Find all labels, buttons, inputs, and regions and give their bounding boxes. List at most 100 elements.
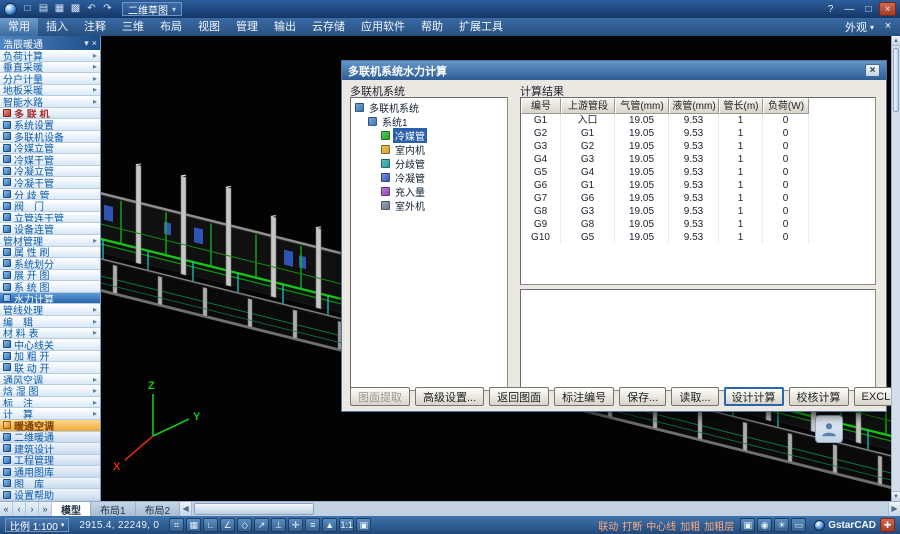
redo-icon[interactable]: ↷ xyxy=(100,2,115,16)
table-cell[interactable]: G6 xyxy=(521,179,561,192)
sidebar-item[interactable]: 通用图库 ▸ xyxy=(0,466,100,478)
lock-ui-icon[interactable]: ◉ xyxy=(757,518,772,532)
table-cell[interactable]: 9.53 xyxy=(669,192,719,205)
sidebar-item[interactable]: 地板采暖 ▸ xyxy=(0,85,100,97)
tree-item[interactable]: 分歧管 xyxy=(351,156,507,170)
user-avatar-button[interactable] xyxy=(815,415,843,443)
sheet-tab-nav-button[interactable]: ‹ xyxy=(13,502,26,516)
table-cell[interactable]: 19.05 xyxy=(615,205,669,218)
table-cell[interactable]: 9.53 xyxy=(669,231,719,244)
snap-icon[interactable]: ⌗ xyxy=(169,518,184,532)
sidebar-item[interactable]: 设备连管 ▸ xyxy=(0,223,100,235)
scroll-left-icon[interactable]: ◀ xyxy=(180,502,192,516)
new-file-icon[interactable]: □ xyxy=(20,2,35,16)
table-cell[interactable]: 9.53 xyxy=(669,218,719,231)
table-cell[interactable]: 9.53 xyxy=(669,179,719,192)
sidebar-item[interactable]: 材 料 表 ▸ xyxy=(0,328,100,340)
sidebar-item[interactable]: 垂直采暖 ▸ xyxy=(0,62,100,74)
sidebar-item[interactable]: 暖通空调 ▸ xyxy=(0,420,100,432)
sidebar-item[interactable]: 分 歧 管 ▸ xyxy=(0,189,100,201)
sidebar-item[interactable]: 图 库 ▸ xyxy=(0,478,100,490)
otrack-icon[interactable]: ↗ xyxy=(254,518,269,532)
sidebar-item[interactable]: 属 性 刷 ▸ xyxy=(0,247,100,259)
table-cell[interactable]: 1 xyxy=(719,114,763,127)
sidebar-item[interactable]: 工程管理 ▸ xyxy=(0,455,100,467)
undo-icon[interactable]: ↶ xyxy=(84,2,99,16)
table-cell[interactable]: 9.53 xyxy=(669,114,719,127)
sidebar-item[interactable]: 管材管理 ▸ xyxy=(0,235,100,247)
print-icon[interactable]: ▩ xyxy=(68,2,83,16)
table-cell[interactable]: 0 xyxy=(763,179,809,192)
dyn-input-icon[interactable]: ✛ xyxy=(288,518,303,532)
menu-tab-常用[interactable]: 常用 xyxy=(0,18,38,36)
table-cell[interactable]: 0 xyxy=(763,192,809,205)
table-cell[interactable]: G1 xyxy=(561,179,615,192)
help-button[interactable]: ? xyxy=(822,2,839,16)
status-toggle-联动[interactable]: 联动 xyxy=(598,518,618,533)
table-cell[interactable]: G1 xyxy=(521,114,561,127)
scroll-up-icon[interactable]: ▲ xyxy=(892,36,900,46)
sidebar-item[interactable]: 标 注 ▸ xyxy=(0,397,100,409)
sidebar-item[interactable]: 多联机设备 ▸ xyxy=(0,131,100,143)
table-cell[interactable]: 19.05 xyxy=(615,114,669,127)
sidebar-item[interactable]: 系 统 图 ▸ xyxy=(0,281,100,293)
table-cell[interactable]: 0 xyxy=(763,140,809,153)
sidebar-item[interactable]: 冷凝立管 ▸ xyxy=(0,166,100,178)
tree-item[interactable]: 室外机 xyxy=(351,198,507,212)
sidebar-item[interactable]: 立管连干管 ▸ xyxy=(0,212,100,224)
menu-tab-云存储[interactable]: 云存储 xyxy=(304,18,353,36)
tree-item[interactable]: 多联机系统 xyxy=(351,100,507,114)
table-cell[interactable]: G2 xyxy=(521,127,561,140)
table-cell[interactable]: 0 xyxy=(763,153,809,166)
table-cell[interactable]: 1 xyxy=(719,153,763,166)
annotation-scale-icon[interactable]: ▲ xyxy=(322,518,337,532)
document-close-button[interactable]: × xyxy=(880,19,896,35)
table-cell[interactable]: G2 xyxy=(561,140,615,153)
table-cell[interactable]: 0 xyxy=(763,205,809,218)
table-cell[interactable]: 1 xyxy=(719,205,763,218)
table-cell[interactable]: 入口 xyxy=(561,114,615,127)
horizontal-scrollbar-thumb[interactable] xyxy=(194,503,314,515)
table-cell[interactable]: 0 xyxy=(763,114,809,127)
units-icon[interactable]: ▣ xyxy=(356,518,371,532)
return-to-drawing-button[interactable]: 返回图面 xyxy=(489,387,549,406)
close-panel-icon[interactable]: × xyxy=(92,38,97,48)
status-toggle-打断[interactable]: 打断 xyxy=(622,518,642,533)
save-icon[interactable]: ▦ xyxy=(52,2,67,16)
sidebar-item[interactable]: 展 开 图 ▸ xyxy=(0,270,100,282)
sidebar-item[interactable]: 冷媒立管 ▸ xyxy=(0,143,100,155)
status-toggle-加粗层[interactable]: 加粗层 xyxy=(704,518,734,533)
sheet-tab-模型[interactable]: 模型 xyxy=(52,502,91,516)
clean-screen-icon[interactable]: ▭ xyxy=(791,518,806,532)
menu-tab-扩展工具[interactable]: 扩展工具 xyxy=(451,18,511,36)
ortho-icon[interactable]: ∟ xyxy=(203,518,218,532)
menu-tab-三维[interactable]: 三维 xyxy=(114,18,152,36)
check-calculation-button[interactable]: 校核计算 xyxy=(789,387,849,406)
table-cell[interactable]: 9.53 xyxy=(669,205,719,218)
sheet-tab-布局1[interactable]: 布局1 xyxy=(91,502,136,516)
table-cell[interactable]: 19.05 xyxy=(615,166,669,179)
tree-item[interactable]: 室内机 xyxy=(351,142,507,156)
sidebar-item[interactable]: 水力计算 ▸ xyxy=(0,293,100,305)
table-cell[interactable]: G4 xyxy=(561,166,615,179)
table-cell[interactable]: 1 xyxy=(719,192,763,205)
table-cell[interactable]: G7 xyxy=(521,192,561,205)
advanced-settings-button[interactable]: 高级设置... xyxy=(415,387,484,406)
tree-item[interactable]: 冷凝管 xyxy=(351,170,507,184)
sidebar-item[interactable]: 阀 门 ▸ xyxy=(0,200,100,212)
status-toggle-中心线[interactable]: 中心线 xyxy=(646,518,676,533)
table-cell[interactable]: 19.05 xyxy=(615,231,669,244)
model-space-icon[interactable]: ▣ xyxy=(740,518,755,532)
design-calculation-button[interactable]: 设计计算 xyxy=(724,387,784,406)
horizontal-scrollbar[interactable]: ◀ ▶ xyxy=(180,502,900,516)
sidebar-item[interactable]: 分户计量 ▸ xyxy=(0,73,100,85)
load-button[interactable]: 读取... xyxy=(671,387,718,406)
menu-tab-视图[interactable]: 视图 xyxy=(190,18,228,36)
menu-tab-注释[interactable]: 注释 xyxy=(76,18,114,36)
dialog-title-bar[interactable]: 多联机系统水力计算 × xyxy=(342,61,886,80)
sidebar-item[interactable]: 系统划分 ▸ xyxy=(0,258,100,270)
table-cell[interactable]: 19.05 xyxy=(615,218,669,231)
sidebar-item[interactable]: 通风空调 ▸ xyxy=(0,374,100,386)
appearance-menu[interactable]: 外观 ▾ xyxy=(839,19,880,35)
minimize-button[interactable]: — xyxy=(841,2,858,16)
